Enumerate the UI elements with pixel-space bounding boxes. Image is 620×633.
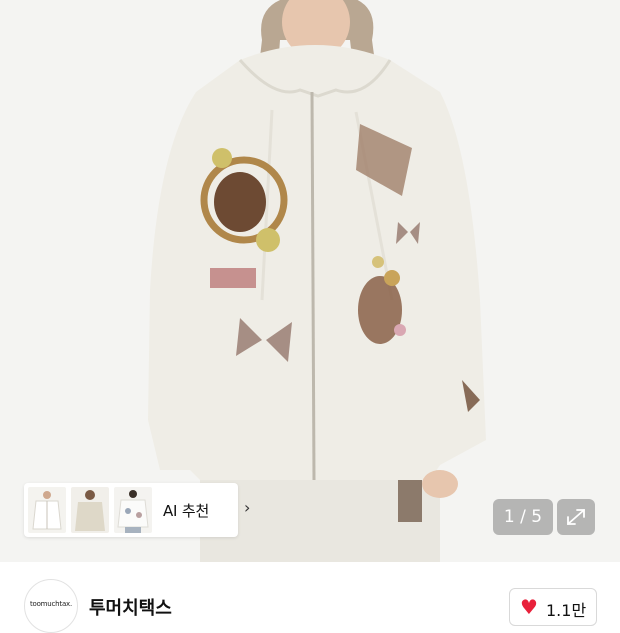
store-logo-text: toomuchtax. [29,600,73,608]
ai-recommend-label[interactable]: AI 추천 [163,500,209,521]
store-logo[interactable]: toomuchtax. [24,579,78,633]
thumb-white-zip-hoodie[interactable] [28,487,66,533]
like-count: 1.1만 [546,601,587,620]
heart-icon: ♥ [520,595,538,619]
image-counter: 1 / 5 [493,499,553,535]
like-button[interactable]: ♥ 1.1만 [509,588,597,626]
expand-arrows-icon [567,509,585,525]
expand-button[interactable] [557,499,595,535]
ai-recommend-card[interactable]: AI 추천 › [24,483,250,537]
hoodie-photo [148,0,486,562]
thumb-ivory-hoodie-model[interactable] [71,487,109,533]
thumb-printed-hoodie[interactable] [114,487,152,533]
chevron-right-icon[interactable]: › [244,498,250,517]
store-name[interactable]: 투머치택스 [89,594,172,620]
product-image[interactable] [0,0,620,562]
